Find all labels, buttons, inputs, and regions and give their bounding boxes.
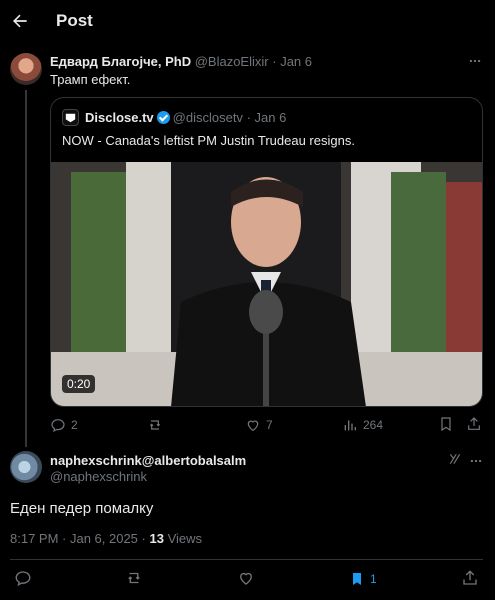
top-bar: Post bbox=[0, 0, 495, 42]
analytics-icon bbox=[342, 417, 358, 433]
reply-author-handle[interactable]: @naphexschrink bbox=[50, 469, 147, 484]
verified-badge-icon bbox=[156, 111, 170, 124]
page-title: Post bbox=[56, 11, 93, 30]
heart-icon bbox=[245, 417, 261, 433]
post-text: Трамп ефект. bbox=[50, 72, 131, 87]
repost-action[interactable] bbox=[147, 416, 168, 434]
video-player[interactable]: 0:20 bbox=[51, 162, 482, 406]
bookmark-action[interactable]: 1 bbox=[349, 569, 377, 589]
reply-icon[interactable] bbox=[14, 569, 32, 589]
bookmark-icon[interactable] bbox=[438, 416, 454, 432]
author-handle[interactable]: @BlazoElixir bbox=[195, 54, 269, 69]
divider bbox=[10, 559, 483, 560]
reply-views-count: 13 bbox=[149, 531, 164, 546]
grok-icon[interactable] bbox=[448, 452, 462, 466]
like-action[interactable]: 7 bbox=[245, 416, 273, 434]
share-icon[interactable] bbox=[461, 569, 479, 589]
post-date[interactable]: Jan 6 bbox=[280, 54, 312, 69]
back-arrow-icon[interactable] bbox=[10, 11, 30, 31]
quoted-post[interactable]: Disclose.tv @disclosetv · Jan 6 NOW - Can… bbox=[50, 97, 483, 407]
bookmark-filled-icon bbox=[349, 570, 365, 588]
reply-views-label: Views bbox=[163, 531, 203, 546]
view-count: 264 bbox=[363, 418, 384, 432]
separator: · bbox=[272, 54, 277, 69]
reply-meta: 8:17 PM · Jan 6, 2025 · 13 Views bbox=[10, 531, 202, 546]
reply-text: Еден педер помалку bbox=[10, 500, 154, 517]
reply-action[interactable]: 2 bbox=[50, 416, 78, 434]
quote-author-name[interactable]: Disclose.tv bbox=[85, 110, 154, 125]
views-action[interactable]: 264 bbox=[342, 416, 383, 434]
avatar[interactable] bbox=[10, 53, 42, 85]
quote-author-handle[interactable]: @disclosetv bbox=[173, 110, 243, 125]
video-duration: 0:20 bbox=[62, 375, 96, 393]
share-icon[interactable] bbox=[466, 416, 482, 432]
repost-icon[interactable] bbox=[125, 569, 143, 589]
avatar[interactable] bbox=[10, 451, 42, 483]
bookmark-count: 1 bbox=[370, 572, 377, 586]
author-name[interactable]: Едвард Благојче, PhD bbox=[50, 54, 191, 69]
separator: · bbox=[137, 531, 150, 546]
reply-timestamp[interactable]: 8:17 PM · Jan 6, 2025 bbox=[10, 531, 138, 546]
repost-icon bbox=[147, 417, 163, 433]
quote-date[interactable]: Jan 6 bbox=[255, 110, 287, 125]
reply-count: 2 bbox=[71, 418, 78, 432]
heart-icon[interactable] bbox=[237, 569, 255, 589]
more-icon[interactable] bbox=[468, 54, 482, 68]
post-author-row: Едвард Благојче, PhD @BlazoElixir · Jan … bbox=[50, 54, 312, 69]
quote-text: NOW - Canada's leftist PM Justin Trudeau… bbox=[62, 133, 355, 148]
thread-connector bbox=[25, 90, 27, 447]
like-count: 7 bbox=[266, 418, 273, 432]
reply-icon bbox=[50, 417, 66, 433]
video-frame bbox=[51, 162, 482, 406]
separator: · bbox=[246, 110, 251, 125]
more-icon[interactable] bbox=[469, 454, 483, 468]
disclosetv-avatar[interactable] bbox=[62, 109, 79, 126]
reply-author-name[interactable]: naphexschrink@albertobalsalm bbox=[50, 453, 246, 468]
quote-author-row: Disclose.tv @disclosetv · Jan 6 bbox=[85, 110, 286, 125]
